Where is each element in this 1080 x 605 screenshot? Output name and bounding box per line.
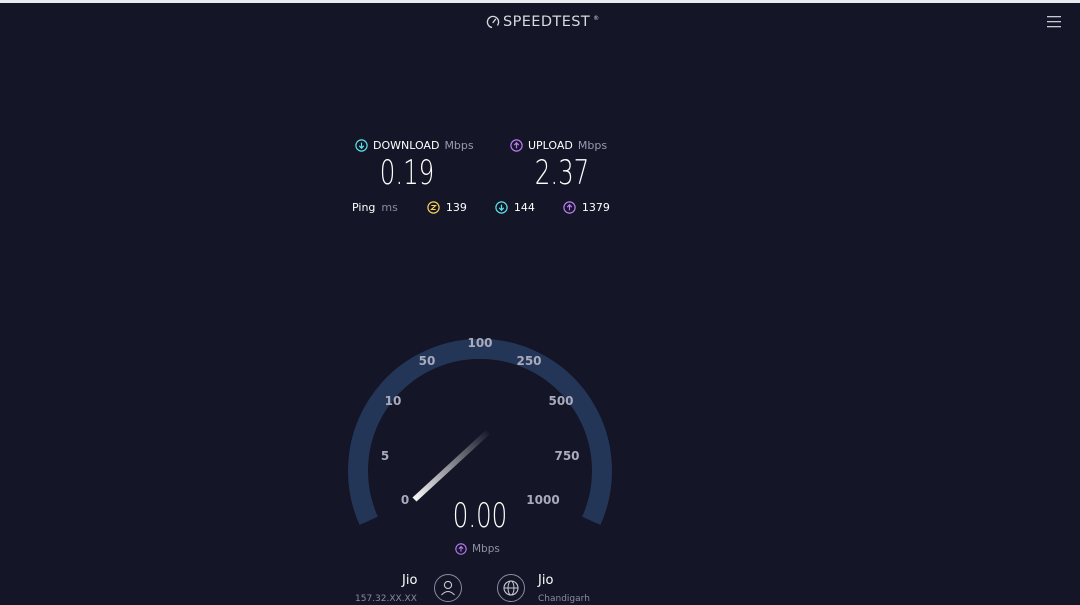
gauge-needle	[412, 430, 490, 502]
ping-label: Ping	[352, 201, 376, 214]
ping-download-value: 144	[513, 201, 535, 214]
ping-download: 144	[495, 201, 535, 214]
download-latency-icon	[495, 201, 508, 214]
gauge-unit: Mbps	[455, 543, 500, 555]
upload-latency-icon	[563, 201, 576, 214]
upload-arrow-icon	[510, 139, 523, 152]
gauge-tick-label: 100	[467, 336, 492, 350]
gauge-tick-label: 250	[516, 354, 541, 368]
ping-idle-value: 139	[445, 201, 467, 214]
hamburger-menu-icon[interactable]	[1046, 14, 1063, 28]
upload-arrow-icon	[455, 543, 467, 555]
ping-row: Ping ms 139 144 1379	[352, 201, 610, 214]
upload-label: UPLOAD	[528, 139, 573, 152]
gauge-unit-label: Mbps	[472, 543, 500, 555]
server-location: Chandigarh	[538, 594, 590, 604]
upload-unit: Mbps	[577, 139, 608, 152]
isp-ip: 157.32.XX.XX	[355, 594, 417, 604]
server-name: Jio	[538, 573, 554, 588]
app-header: SPEEDTEST ®	[0, 3, 1080, 41]
globe-icon[interactable]	[497, 574, 525, 602]
ping-idle: 139	[427, 201, 467, 214]
isp-name: Jio	[402, 573, 418, 588]
speedometer-logo-icon	[486, 15, 500, 29]
ping-upload: 1379	[563, 201, 610, 214]
download-result: DOWNLOAD Mbps 0.19	[355, 139, 475, 192]
download-unit: Mbps	[444, 139, 474, 152]
upload-value: 2.37	[534, 153, 590, 193]
gauge-tick-label: 750	[554, 449, 579, 463]
speedtest-logo[interactable]: SPEEDTEST ®	[486, 14, 599, 30]
logo-trademark: ®	[593, 14, 600, 22]
logo-text: SPEEDTEST	[503, 14, 591, 30]
gauge-track	[348, 338, 612, 525]
ping-unit: ms	[381, 201, 398, 214]
download-value: 0.19	[379, 153, 435, 193]
gauge-tick-label: 5	[381, 449, 389, 463]
gauge-tick-label: 500	[548, 394, 573, 408]
download-arrow-icon	[355, 139, 368, 152]
download-label: DOWNLOAD	[373, 139, 440, 152]
gauge-current-value: 0.00	[452, 496, 508, 536]
upload-result: UPLOAD Mbps 2.37	[510, 139, 630, 192]
gauge-tick-label: 10	[385, 394, 402, 408]
idle-latency-icon	[427, 201, 440, 214]
user-icon[interactable]	[434, 574, 462, 602]
gauge-tick-label: 0	[401, 493, 409, 507]
ping-upload-value: 1379	[581, 201, 610, 214]
gauge-tick-label: 50	[419, 354, 436, 368]
